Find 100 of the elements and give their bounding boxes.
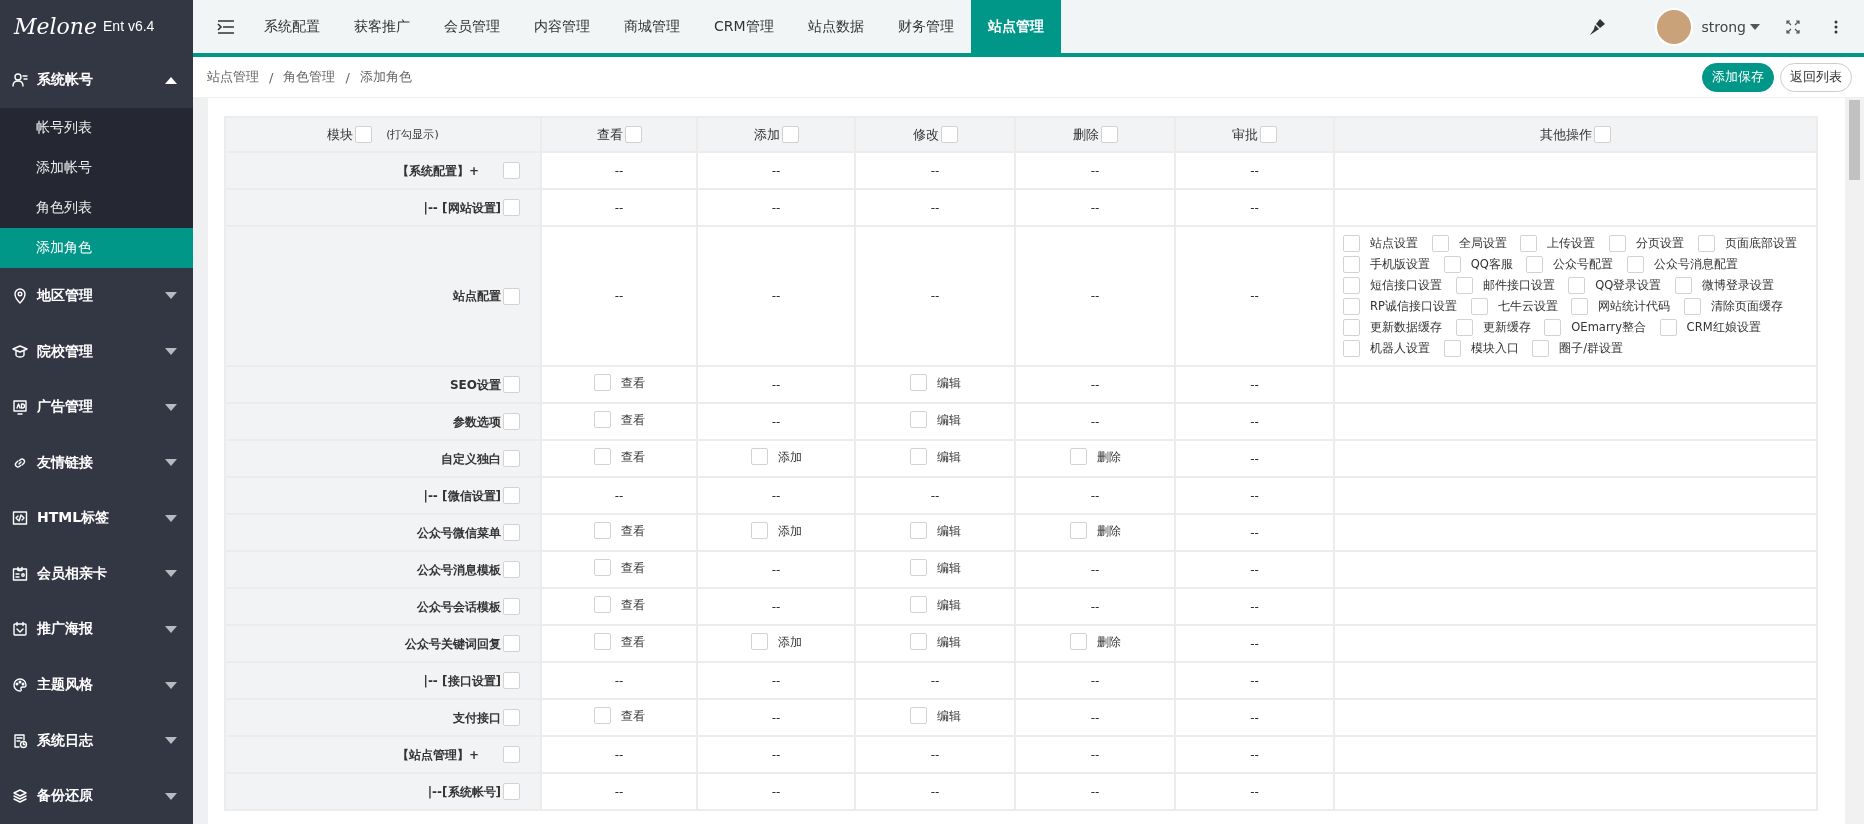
- checkbox[interactable]: [1455, 319, 1473, 336]
- checkbox[interactable]: [1431, 235, 1449, 252]
- checkbox[interactable]: [909, 522, 927, 539]
- checkbox[interactable]: [750, 633, 768, 650]
- breadcrumb-link[interactable]: 角色管理: [283, 68, 336, 86]
- checkbox[interactable]: [624, 126, 642, 143]
- more-icon[interactable]: [1834, 19, 1838, 34]
- sidebar-item[interactable]: 主题风格: [0, 657, 193, 713]
- checkbox[interactable]: [593, 522, 611, 539]
- checkbox[interactable]: [1683, 298, 1701, 315]
- checkbox[interactable]: [1532, 340, 1550, 357]
- nav-tab[interactable]: 会员管理: [427, 0, 517, 53]
- checkbox[interactable]: [503, 162, 520, 179]
- checkbox[interactable]: [593, 559, 611, 576]
- checkbox[interactable]: [909, 559, 927, 576]
- checkbox[interactable]: [1455, 277, 1473, 294]
- checkbox[interactable]: [1568, 277, 1586, 294]
- checkbox[interactable]: [1343, 319, 1360, 336]
- checkbox[interactable]: [503, 598, 520, 615]
- checkbox[interactable]: [909, 633, 927, 650]
- sidebar-item[interactable]: 推广海报: [0, 601, 193, 658]
- avatar[interactable]: [1655, 7, 1694, 46]
- checkbox[interactable]: [1675, 277, 1693, 294]
- scrollbar[interactable]: [1845, 98, 1864, 824]
- checkbox[interactable]: [1697, 235, 1715, 252]
- sidebar-item[interactable]: 地区管理: [0, 268, 193, 324]
- sidebar-item[interactable]: 会员相亲卡: [0, 546, 193, 602]
- menu-icon[interactable]: [217, 19, 235, 34]
- sidebar-item[interactable]: 院校管理: [0, 323, 193, 380]
- checkbox[interactable]: [503, 199, 520, 216]
- sidebar-item[interactable]: 广告管理: [0, 379, 193, 435]
- checkbox[interactable]: [593, 411, 611, 428]
- checkbox[interactable]: [1069, 633, 1087, 650]
- checkbox[interactable]: [1526, 256, 1544, 273]
- checkbox[interactable]: [1520, 235, 1538, 252]
- checkbox[interactable]: [750, 522, 768, 539]
- checkbox[interactable]: [593, 374, 611, 391]
- checkbox[interactable]: [909, 707, 927, 724]
- checkbox[interactable]: [1343, 256, 1360, 273]
- sidebar-subitem[interactable]: 添加帐号: [0, 148, 193, 189]
- breadcrumb-link[interactable]: 站点管理: [207, 68, 259, 86]
- user-menu[interactable]: strong: [1701, 18, 1760, 35]
- checkbox[interactable]: [909, 411, 927, 428]
- nav-tab[interactable]: CRM管理: [697, 0, 791, 53]
- checkbox[interactable]: [750, 448, 768, 465]
- checkbox[interactable]: [503, 487, 520, 504]
- checkbox[interactable]: [503, 561, 520, 578]
- sidebar-item[interactable]: 备份还原: [0, 768, 193, 824]
- checkbox[interactable]: [503, 783, 520, 800]
- checkbox[interactable]: [1069, 448, 1087, 465]
- checkbox[interactable]: [503, 635, 520, 652]
- sidebar-item[interactable]: 系统日志: [0, 712, 193, 769]
- checkbox[interactable]: [1443, 340, 1461, 357]
- checkbox[interactable]: [781, 126, 799, 143]
- checkbox[interactable]: [1069, 522, 1087, 539]
- checkbox[interactable]: [503, 672, 520, 689]
- checkbox[interactable]: [909, 374, 927, 391]
- checkbox[interactable]: [503, 746, 520, 763]
- checkbox[interactable]: [503, 450, 520, 467]
- checkbox[interactable]: [503, 709, 520, 726]
- checkbox[interactable]: [1571, 298, 1589, 315]
- save-button[interactable]: 添加保存: [1702, 62, 1774, 92]
- sidebar-item[interactable]: HTML标签: [0, 490, 193, 547]
- sidebar-item[interactable]: 友情链接: [0, 434, 193, 491]
- checkbox[interactable]: [593, 633, 611, 650]
- sidebar-subitem[interactable]: 角色列表: [0, 188, 193, 229]
- sidebar-subitem[interactable]: 帐号列表: [0, 108, 193, 149]
- checkbox[interactable]: [1659, 319, 1677, 336]
- checkbox[interactable]: [593, 596, 611, 613]
- checkbox[interactable]: [1343, 298, 1360, 315]
- checkbox[interactable]: [1594, 126, 1611, 143]
- checkbox[interactable]: [1343, 277, 1360, 294]
- checkbox[interactable]: [503, 413, 520, 430]
- checkbox[interactable]: [909, 448, 927, 465]
- checkbox[interactable]: [1100, 126, 1118, 143]
- back-button[interactable]: 返回列表: [1780, 62, 1852, 92]
- sidebar-subitem[interactable]: 添加角色: [0, 228, 193, 269]
- nav-tab[interactable]: 商城管理: [607, 0, 697, 53]
- checkbox[interactable]: [593, 707, 611, 724]
- sidebar-item[interactable]: 系统帐号: [0, 52, 193, 109]
- nav-tab[interactable]: 系统配置: [247, 0, 337, 53]
- checkbox[interactable]: [1343, 340, 1360, 357]
- checkbox[interactable]: [503, 376, 520, 393]
- checkbox[interactable]: [940, 126, 958, 143]
- checkbox[interactable]: [1470, 298, 1488, 315]
- paint-brush-icon[interactable]: [1587, 16, 1608, 37]
- checkbox[interactable]: [593, 448, 611, 465]
- checkbox[interactable]: [909, 596, 927, 613]
- fullscreen-icon[interactable]: [1786, 19, 1800, 34]
- checkbox[interactable]: [503, 524, 520, 541]
- checkbox[interactable]: [1627, 256, 1645, 273]
- nav-tab[interactable]: 站点数据: [790, 0, 881, 53]
- breadcrumb-link[interactable]: 添加角色: [359, 68, 412, 86]
- checkbox[interactable]: [503, 287, 520, 305]
- nav-tab[interactable]: 内容管理: [517, 0, 607, 53]
- nav-tab[interactable]: 获客推广: [337, 0, 427, 53]
- checkbox[interactable]: [1343, 235, 1360, 252]
- checkbox[interactable]: [1608, 235, 1626, 252]
- nav-tab[interactable]: 财务管理: [880, 0, 971, 53]
- checkbox[interactable]: [355, 126, 373, 143]
